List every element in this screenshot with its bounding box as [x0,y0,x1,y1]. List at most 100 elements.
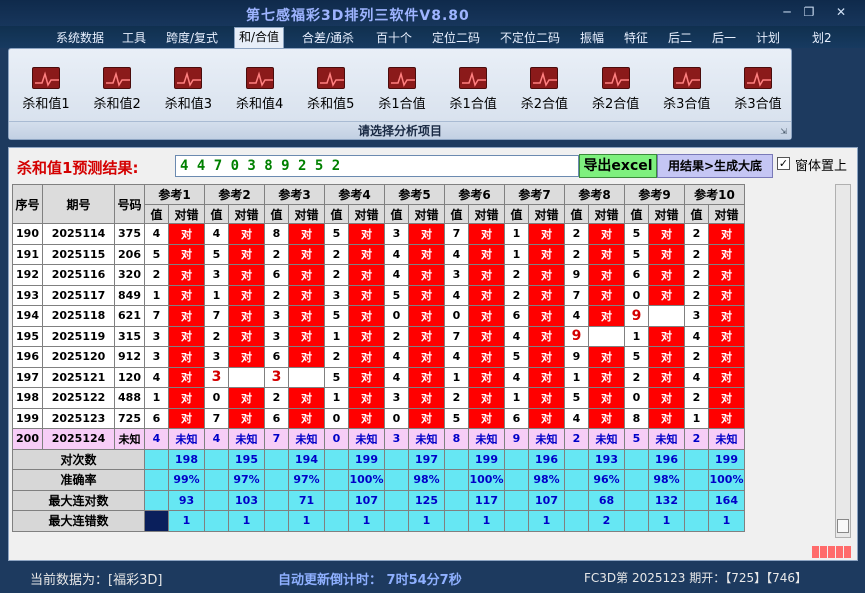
stat-spacer [384,489,409,511]
minimize-button[interactable]: ─ [778,4,796,20]
header-value: 值 [564,204,589,224]
hit-result-cell: 对 [648,325,685,347]
menu-item-2[interactable]: 工具 [118,29,150,47]
pending-value-cell: 7 [264,428,289,450]
hit-result-cell: 对 [228,305,265,327]
stat-spacer [504,448,529,470]
ribbon-button-6[interactable]: 杀1合值 [369,67,435,115]
hit-result-cell: 对 [408,407,445,429]
ref-value-cell: 3 [204,264,229,286]
ref-value-cell: 3 [144,346,169,368]
ribbon-button-9[interactable]: 杀2合值 [583,67,649,115]
table-row[interactable]: 199 2025123 725 6 对 7 对 6 对 0 对 0 对 5 对 6 对 4 对 8 对 1 对 [12,407,745,429]
window-on-top-checkbox[interactable]: ✓ [777,157,790,170]
export-excel-button[interactable]: 导出excel [579,154,657,178]
header-ref-2: 参考2 [204,184,265,205]
hit-result-cell: 对 [168,407,205,429]
table-row[interactable]: 190 2025114 375 4 对 4 对 8 对 5 对 3 对 7 对 1 对 2 对 5 对 2 对 [12,223,745,245]
ref-value-cell: 1 [324,387,349,409]
menu-item-13[interactable]: 计划 [752,29,784,47]
menu-item-3[interactable]: 跨度/复式 [162,29,222,47]
menu-item-4[interactable]: 和/合值 [234,27,285,48]
ribbon-button-2[interactable]: 杀和值2 [84,67,150,115]
stat-value: 99% [168,469,205,491]
row-number: 320 [114,264,145,286]
table-row[interactable]: 195 2025119 315 3 对 2 对 3 对 1 对 2 对 7 对 4 对 9 1 对 4 对 [12,325,745,347]
header-ref-6: 参考6 [444,184,505,205]
ribbon-button-label: 杀1合值 [378,97,426,112]
hit-result-cell: 对 [588,284,625,306]
hit-result-cell: 对 [288,305,325,327]
ribbon-button-label: 杀和值4 [235,97,284,112]
generate-base-button[interactable]: 用结果>生成大底 [657,154,773,178]
menu-item-5[interactable]: 合差/通杀 [298,29,358,47]
hit-result-cell: 对 [348,284,385,306]
ribbon-button-11[interactable]: 杀3合值 [725,67,791,115]
restore-button[interactable]: ❐ [800,4,818,20]
stat-label: 准确率 [12,469,145,491]
ref-value-cell: 1 [144,284,169,306]
menu-item-11[interactable]: 后二 [664,29,696,47]
ribbon-expand-icon[interactable]: ⇲ [780,127,787,136]
ribbon-button-10[interactable]: 杀3合值 [654,67,720,115]
ribbon-button-4[interactable]: 杀和值4 [227,67,293,115]
miss-result-cell [288,366,325,388]
hit-result-cell: 对 [228,325,265,347]
stat-value: 100% [468,469,505,491]
pending-value-cell: 4 [144,428,169,450]
ref-value-cell: 2 [264,387,289,409]
ribbon-button-3[interactable]: 杀和值3 [155,67,221,115]
stat-spacer [204,489,229,511]
close-button[interactable]: ✕ [832,4,850,20]
ref-value-cell: 6 [504,305,529,327]
latest-draw-info: FC3D第 2025123 期开：【725】【746】 [584,571,808,585]
ribbon-button-5[interactable]: 杀和值5 [298,67,364,115]
menu-item-overflow[interactable]: 划2 [808,29,836,47]
ref-value-cell: 4 [444,243,469,265]
menu-item-7[interactable]: 定位二码 [428,29,484,47]
row-period: 2025120 [42,346,115,368]
stat-spacer [504,489,529,511]
ribbon-button-8[interactable]: 杀2合值 [511,67,577,115]
ref-value-cell: 9 [564,264,589,286]
hit-result-cell: 对 [708,305,745,327]
table-row[interactable]: 197 2025121 120 4 对 3 3 5 对 4 对 1 对 4 对 1 对 2 对 4 对 [12,366,745,388]
menu-item-6[interactable]: 百十个 [372,29,416,47]
analysis-grid: 序号 期号 号码 参考1 参考2 参考3 参考4 参考5 参考6 参考7 参考8 参考9 参考10 值对错… [12,184,745,532]
miss-result-cell [648,305,685,327]
stat-value: 103 [228,489,265,511]
stat-spacer [324,489,349,511]
stat-label: 对次数 [12,448,145,470]
menu-item-10[interactable]: 特征 [620,29,652,47]
ribbon-button-7[interactable]: 杀1合值 [440,67,506,115]
scrollbar-thumb[interactable] [837,519,849,533]
row-seq: 193 [12,284,43,306]
hit-result-cell: 对 [648,223,685,245]
table-row[interactable]: 192 2025116 320 2 对 3 对 6 对 2 对 4 对 3 对 2 对 9 对 6 对 2 对 [12,264,745,286]
table-row[interactable]: 196 2025120 912 3 对 3 对 6 对 2 对 4 对 4 对 5 对 9 对 5 对 2 对 [12,346,745,368]
ref-value-cell: 3 [384,387,409,409]
stat-spacer [444,469,469,491]
row-seq: 191 [12,243,43,265]
table-row[interactable]: 198 2025122 488 1 对 0 对 2 对 1 对 3 对 2 对 1 对 5 对 0 对 2 对 [12,387,745,409]
hit-result-cell: 对 [348,407,385,429]
table-row[interactable]: 193 2025117 849 1 对 1 对 2 对 3 对 5 对 4 对 2 对 7 对 0 对 2 对 [12,284,745,306]
ribbon-button-1[interactable]: 杀和值1 [13,67,79,115]
menu-item-9[interactable]: 振幅 [576,29,608,47]
vertical-scrollbar[interactable] [835,184,851,538]
pending-row[interactable]: 200 2025124 未知 4 未知 4 未知 7 未知 0 未知 3 未知 8 未知 9 未知 2 未知 5 未知 2… [12,428,745,450]
menu-item-8[interactable]: 不定位二码 [496,29,564,47]
table-row[interactable]: 194 2025118 621 7 对 7 对 3 对 5 对 0 对 0 对 6 对 4 对 9 3 对 [12,305,745,327]
ref-value-cell: 1 [504,387,529,409]
menu-bar: 系统数据 工具 跨度/复式 和/合值 合差/通杀 百十个 定位二码 不定位二码 振幅 特征 后二 后一… [0,26,865,48]
hit-result-cell: 对 [408,325,445,347]
menu-item-12[interactable]: 后一 [708,29,740,47]
table-row[interactable]: 191 2025115 206 5 对 5 对 2 对 2 对 4 对 4 对 1 对 2 对 5 对 2 对 [12,243,745,265]
menu-item-1[interactable]: 系统数据 [52,29,108,47]
hit-result-cell: 对 [168,366,205,388]
row-seq: 190 [12,223,43,245]
row-number: 488 [114,387,145,409]
ref-value-cell: 0 [324,407,349,429]
hit-result-cell: 对 [348,243,385,265]
prediction-result-field[interactable]: 4 4 7 0 3 8 9 2 5 2 [175,155,579,177]
